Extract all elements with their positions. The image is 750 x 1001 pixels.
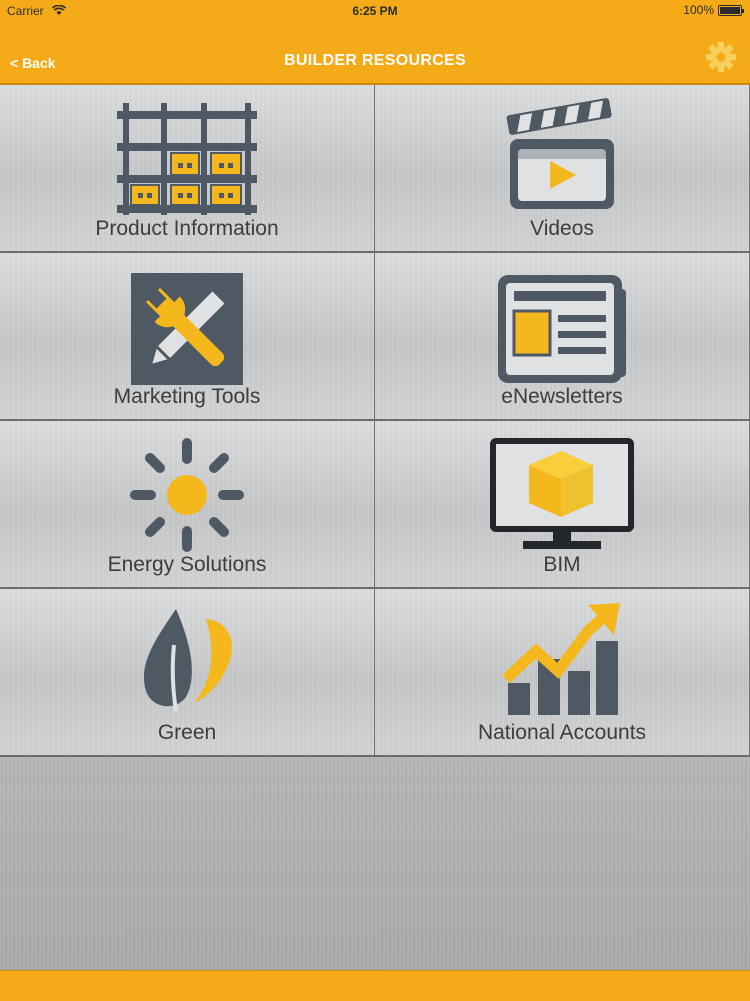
tile-label: Green [157, 721, 217, 744]
tile-marketing-tools[interactable]: Marketing Tools [0, 253, 375, 421]
resource-grid: Product Information Videos Marketing Too… [0, 85, 750, 758]
tile-enewsletters[interactable]: eNewsletters [375, 253, 750, 421]
product-grid-icon [117, 103, 257, 215]
newspaper-icon [498, 275, 626, 383]
tile-label: Videos [530, 217, 594, 240]
gear-icon[interactable] [704, 40, 738, 74]
tile-label: National Accounts [477, 721, 647, 744]
tile-label: Marketing Tools [113, 385, 261, 408]
growth-chart-icon [502, 603, 620, 715]
monitor-cube-icon [490, 438, 634, 549]
battery-icon [718, 4, 744, 16]
clock: 6:25 PM [352, 4, 398, 18]
tile-green[interactable]: Green [0, 589, 375, 757]
tile-energy-solutions[interactable]: Energy Solutions [0, 421, 375, 589]
tile-label: eNewsletters [501, 385, 623, 408]
background-panel [0, 758, 750, 970]
battery-percent: 100% [683, 3, 714, 17]
page-title: BUILDER RESOURCES [283, 52, 466, 69]
tile-product-information[interactable]: Product Information [0, 85, 375, 253]
navigation-bar: < Back BUILDER RESOURCES [0, 22, 750, 85]
tile-national-accounts[interactable]: National Accounts [375, 589, 750, 757]
tile-label: Product Information [95, 217, 279, 240]
bottom-toolbar [0, 970, 750, 1001]
tile-bim[interactable]: BIM [375, 421, 750, 589]
tile-label: BIM [543, 553, 581, 576]
battery-indicator: 100% [683, 3, 744, 17]
leaf-icon [143, 609, 232, 712]
clapperboard-icon [506, 98, 614, 209]
tools-icon [131, 273, 243, 385]
status-bar: Carrier 6:25 PM 100% [0, 0, 750, 22]
tile-label: Energy Solutions [107, 553, 267, 576]
tile-videos[interactable]: Videos [375, 85, 750, 253]
sun-icon [130, 438, 244, 552]
